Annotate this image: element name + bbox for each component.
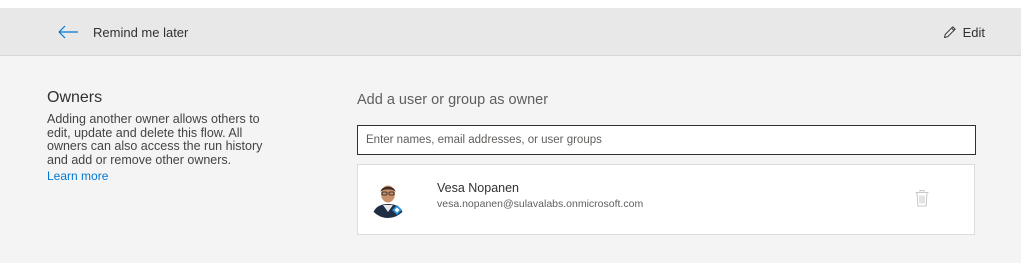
owners-info-panel: Owners Adding another owner allows other… [47,89,282,185]
owners-heading: Owners [47,89,103,106]
owner-email: vesa.nopanen@sulavalabs.onmicrosoft.com [437,198,644,210]
add-owner-heading: Add a user or group as owner [357,92,549,108]
owner-name: Vesa Nopanen [437,181,520,195]
owner-list: Vesa Nopanen vesa.nopanen@sulavalabs.onm… [357,164,975,235]
owner-search-input[interactable] [357,125,976,155]
command-bar: Remind me later Edit [0,8,1021,56]
remind-me-later-button[interactable]: Remind me later [58,20,188,44]
pencil-icon [943,25,957,39]
owners-description: Adding another owner allows others to ed… [47,112,263,167]
learn-more-link[interactable]: Learn more [47,169,108,183]
edit-label: Edit [962,24,985,40]
trash-icon[interactable] [912,186,932,210]
arrow-left-icon [58,25,80,39]
user-photo-avatar [368,178,408,218]
owner-list-item: Vesa Nopanen vesa.nopanen@sulavalabs.onm… [358,165,974,234]
top-strip [0,0,1021,8]
edit-button[interactable]: Edit [943,20,985,44]
remind-me-later-label: Remind me later [93,24,189,40]
